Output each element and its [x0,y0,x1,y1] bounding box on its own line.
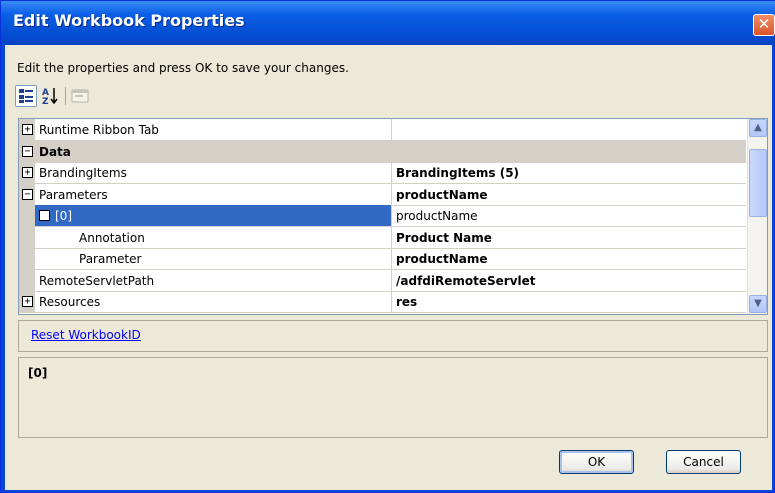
property-row[interactable]: Annotation Product Name [19,227,746,249]
property-row[interactable]: + Runtime Ribbon Tab [19,119,746,141]
title-bar[interactable]: Edit Workbook Properties ✕ [1,1,775,45]
description-title: [0] [28,366,48,380]
property-value-label: res [396,295,418,309]
property-value-cell[interactable] [392,119,746,140]
property-name-label: Data [39,145,71,159]
dialog-client-area: Edit the properties and press OK to save… [5,45,772,490]
commands-pane: Reset WorkbookID [18,320,768,352]
ok-button[interactable]: OK [559,450,634,474]
scroll-thumb[interactable] [749,149,767,217]
property-row[interactable]: Parameter productName [19,248,746,270]
categorized-icon [19,89,33,103]
reset-workbook-id-link[interactable]: Reset WorkbookID [31,328,141,342]
collapse-icon[interactable]: − [39,210,50,221]
property-value-cell[interactable]: BrandingItems (5) [392,162,746,183]
chevron-down-icon: ▼ [754,298,762,309]
property-pages-icon [71,89,89,103]
row-gutter [19,270,35,291]
category-row[interactable]: − Data [19,141,746,163]
property-name-label: BrandingItems [39,166,127,180]
property-value-cell[interactable]: res [392,291,746,312]
property-name-cell[interactable]: Parameter [35,248,392,269]
property-value-cell[interactable]: productName [392,184,746,205]
close-icon: ✕ [757,15,771,33]
property-row[interactable]: RemoteServletPath/adfdiRemoteServlet [19,270,746,292]
row-gutter [19,205,35,226]
cancel-button[interactable]: Cancel [666,450,741,474]
scroll-down-button[interactable]: ▼ [749,295,767,313]
expand-icon[interactable]: + [22,167,33,178]
property-name-cell[interactable]: Annotation [35,227,392,248]
property-value-label: BrandingItems (5) [396,166,520,180]
property-value-label: Product Name [396,231,492,245]
expand-icon[interactable]: + [22,296,33,307]
dialog-window: Edit Workbook Properties ✕ Edit the prop… [0,0,775,493]
property-name-cell[interactable]: + Runtime Ribbon Tab [22,119,392,140]
property-pages-button[interactable] [69,85,91,107]
property-value-label: productName [396,188,488,202]
property-name-label: Parameter [79,252,142,266]
property-value-cell[interactable]: productName [392,248,746,269]
property-row[interactable]: + BrandingItems BrandingItems (5) [19,162,746,184]
property-name-cell[interactable]: − [0] [35,205,392,226]
property-value-label: /adfdiRemoteServlet [396,274,536,288]
property-name-label: Runtime Ribbon Tab [39,123,159,137]
property-row[interactable]: − Parameters productName [19,184,746,206]
instructions-text: Edit the properties and press OK to save… [17,61,349,75]
collapse-icon[interactable]: − [22,146,33,157]
window-title: Edit Workbook Properties [13,11,245,30]
property-name-label: RemoteServletPath [39,274,155,288]
property-name-label: Resources [39,295,101,309]
property-value-cell[interactable]: /adfdiRemoteServlet [392,270,746,291]
property-name-cell[interactable]: RemoteServletPath [35,270,392,291]
property-name-cell[interactable]: + Resources [22,291,392,312]
categorized-button[interactable] [15,85,37,107]
property-name-cell[interactable]: − Parameters [22,184,392,205]
scroll-up-button[interactable]: ▲ [749,119,767,137]
property-name-label: Parameters [39,188,108,202]
property-value-cell [392,141,746,162]
property-value-cell[interactable]: productName [392,205,746,226]
alphabetical-icon: A Z [42,88,58,107]
property-value-cell[interactable]: Product Name [392,227,746,248]
property-name-label: [0] [55,209,72,223]
toolbar-separator [65,87,66,105]
row-gutter [19,227,35,248]
property-row[interactable]: + Resources res [19,291,746,313]
property-name-cell[interactable]: − Data [22,141,392,162]
property-value-label: productName [396,209,478,223]
expand-icon[interactable]: + [22,124,33,135]
collapse-icon[interactable]: − [22,189,33,200]
property-value-label: productName [396,252,488,266]
row-gutter [19,248,35,269]
alphabetical-button[interactable]: A Z [39,85,61,107]
description-pane: [0] [18,357,768,438]
vertical-scrollbar[interactable]: ▲ ▼ [747,119,767,314]
property-row[interactable]: − [0] productName [19,205,746,227]
property-name-cell[interactable]: + BrandingItems [22,162,392,183]
property-name-label: Annotation [79,231,145,245]
property-grid: + Runtime Ribbon Tab − Data + BrandingItems Br… [18,118,768,315]
chevron-up-icon: ▲ [754,122,762,133]
svg-text:Z: Z [42,97,49,107]
close-button[interactable]: ✕ [753,14,775,36]
